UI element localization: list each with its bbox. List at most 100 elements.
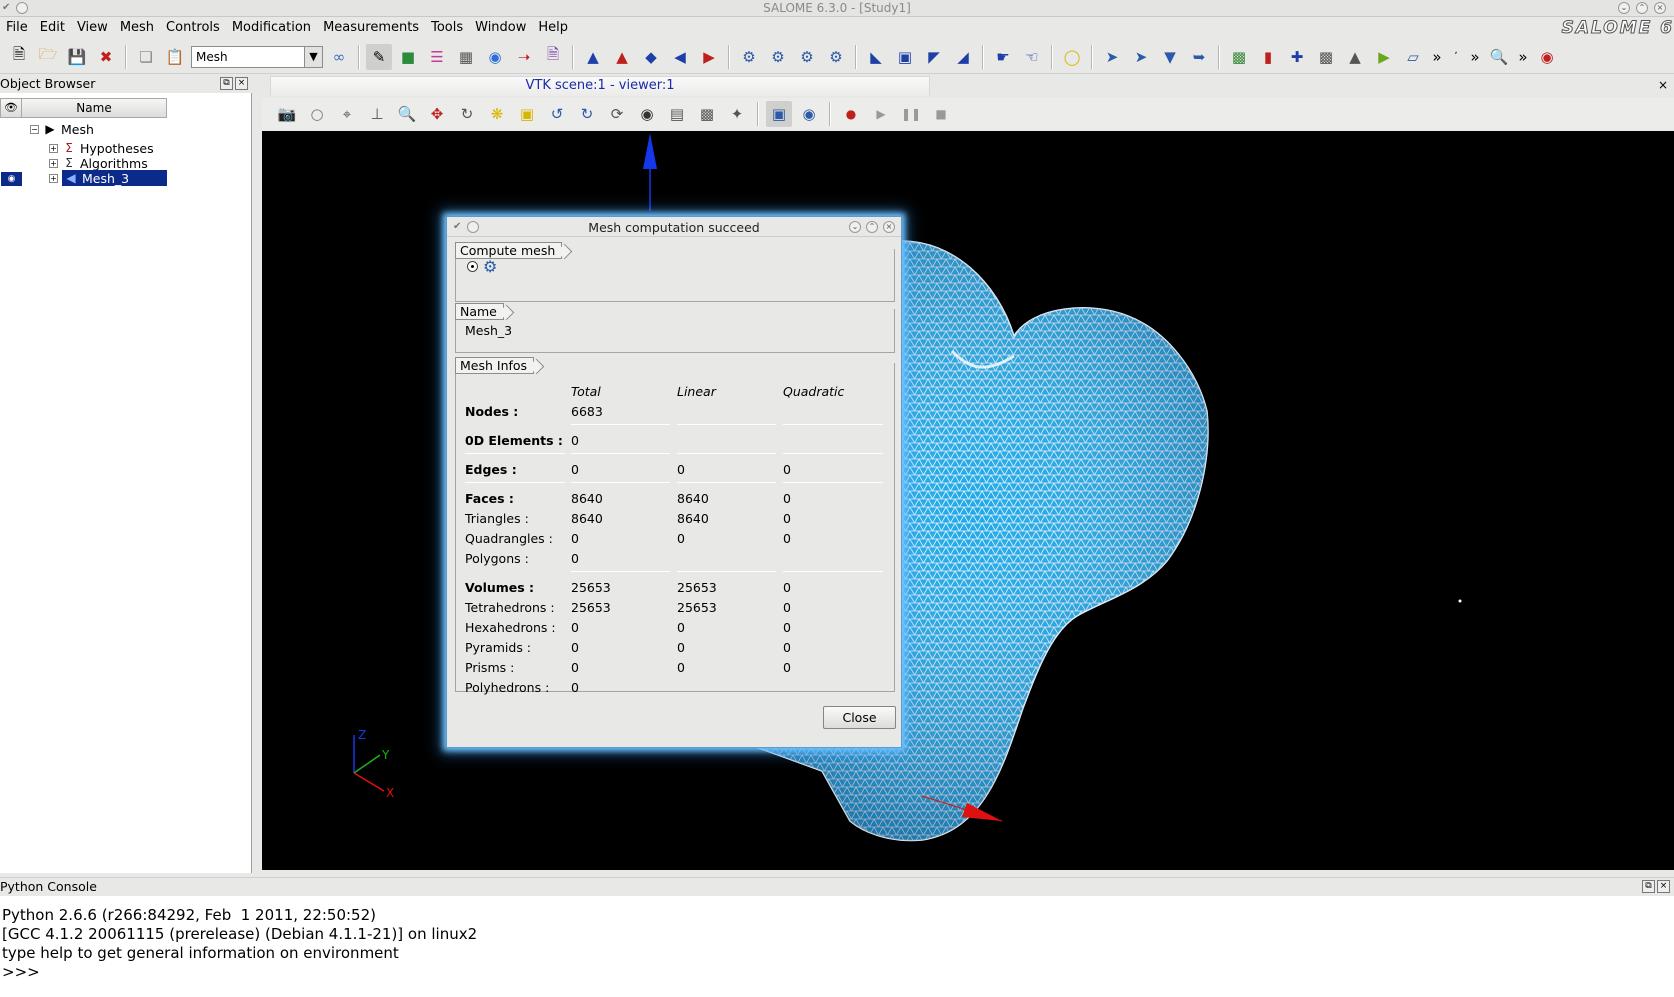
filter-volume-icon[interactable]: ▼ xyxy=(1157,44,1183,70)
add-edge-icon[interactable]: ▮ xyxy=(1255,44,1281,70)
create-submesh-icon[interactable]: ▲ xyxy=(609,44,635,70)
evaluate-gear-icon[interactable]: ⚙ xyxy=(765,44,791,70)
dialog-close-button[interactable]: × xyxy=(883,221,895,233)
order-gear-icon[interactable]: ⚙ xyxy=(823,44,849,70)
panel-splitter[interactable] xyxy=(252,74,258,874)
post-pro-icon[interactable]: ☰ xyxy=(424,44,450,70)
projection-icon[interactable]: ◉ xyxy=(634,101,660,127)
clipping-icon[interactable]: ▩ xyxy=(694,101,720,127)
scaling-icon[interactable]: ✦ xyxy=(724,101,750,127)
menu-view[interactable]: View xyxy=(71,20,114,35)
copy-icon[interactable]: ❏ xyxy=(133,44,159,70)
create-mesh-icon[interactable]: ▲ xyxy=(580,44,606,70)
dropdown-arrow-icon[interactable]: ▼ xyxy=(304,46,322,67)
expand-icon[interactable]: + xyxy=(49,158,58,168)
add-volume-icon[interactable]: ▩ xyxy=(1313,44,1339,70)
geometry-icon[interactable]: ■ xyxy=(395,44,421,70)
menu-measurements[interactable]: Measurements xyxy=(317,20,425,35)
group-create-icon[interactable]: ◣ xyxy=(863,44,889,70)
export-mesh-icon[interactable]: ▶ xyxy=(696,44,722,70)
console-prompt[interactable]: >>> xyxy=(2,963,1674,982)
play-recording-icon[interactable]: ▶ xyxy=(868,101,894,127)
tree-item-mesh-3[interactable]: + ◀ Mesh_3 xyxy=(49,170,167,186)
tree-item-hypotheses[interactable]: + Σ Hypotheses xyxy=(49,140,154,156)
column-header-name[interactable]: Name xyxy=(22,98,167,118)
dialog-minimize-button[interactable]: ⌄ xyxy=(849,221,861,233)
dump-icon[interactable]: ➝ xyxy=(511,44,537,70)
reset-view-icon[interactable]: ⟳ xyxy=(604,101,630,127)
add-node-icon[interactable]: ▩ xyxy=(1226,44,1252,70)
edit-mesh-icon[interactable]: ◆ xyxy=(638,44,664,70)
menu-tools[interactable]: Tools xyxy=(425,20,469,35)
close-panel-icon[interactable]: × xyxy=(235,76,248,90)
save-icon[interactable]: 💾 xyxy=(64,44,90,70)
menu-edit[interactable]: Edit xyxy=(34,20,71,35)
close-panel-icon[interactable]: × xyxy=(1657,880,1670,893)
perspective-projection-icon[interactable]: ◉ xyxy=(796,101,822,127)
measure-icon[interactable]: ☛ xyxy=(990,44,1016,70)
more-tools-icon-2[interactable]: » xyxy=(1467,44,1483,70)
node-icon[interactable]: ◯ xyxy=(1059,44,1085,70)
document-icon[interactable]: 🗎 xyxy=(540,44,566,70)
menu-window[interactable]: Window xyxy=(469,20,532,35)
play-icon[interactable]: ▶ xyxy=(1371,44,1397,70)
view-cube-icon[interactable]: ▣ xyxy=(514,101,540,127)
maximize-button[interactable]: ⌃ xyxy=(1636,2,1648,14)
paravis-icon[interactable]: ◉ xyxy=(482,44,508,70)
python-console[interactable]: Python 2.6.6 (r266:84292, Feb 1 2011, 22… xyxy=(0,896,1674,997)
rotate-cw-icon[interactable]: ↻ xyxy=(574,101,600,127)
new-document-icon[interactable]: 🗎 xyxy=(6,44,32,70)
collapse-icon[interactable]: − xyxy=(30,124,39,134)
viewer-tab[interactable]: VTK scene:1 - viewer:1 xyxy=(270,76,930,96)
more-tools-icon-3[interactable]: » xyxy=(1515,44,1531,70)
import-mesh-icon[interactable]: ◀ xyxy=(667,44,693,70)
minimize-button[interactable]: ⌄ xyxy=(1618,2,1630,14)
paste-icon[interactable]: 📋 xyxy=(162,44,188,70)
rotate-icon[interactable]: ↻ xyxy=(454,101,480,127)
interaction-style-icon[interactable]: ○ xyxy=(304,101,330,127)
menu-file[interactable]: File xyxy=(0,20,34,35)
diamond-icon[interactable]: ▱ xyxy=(1400,44,1426,70)
expand-icon[interactable]: + xyxy=(49,143,58,153)
add-face-icon[interactable]: ✚ xyxy=(1284,44,1310,70)
show-trihedron-icon[interactable]: ⊥ xyxy=(364,101,390,127)
expand-icon[interactable]: + xyxy=(49,173,58,183)
tree-item-algorithms[interactable]: + Σ Algorithms xyxy=(49,155,148,171)
menu-help[interactable]: Help xyxy=(532,20,574,35)
salome-icon[interactable]: ◉ xyxy=(1534,44,1560,70)
tick-icon[interactable]: ʼ xyxy=(1448,44,1464,70)
menu-modification[interactable]: Modification xyxy=(226,20,317,35)
preview-gear-icon[interactable]: ⚙ xyxy=(794,44,820,70)
close-window-button[interactable]: × xyxy=(1654,2,1666,14)
open-folder-icon[interactable]: 🗁 xyxy=(35,44,61,70)
filter-face-icon[interactable]: ➤ xyxy=(1128,44,1154,70)
fit-all-icon[interactable]: ❋ xyxy=(484,101,510,127)
pan-icon[interactable]: ✥ xyxy=(424,101,450,127)
save-view-icon[interactable]: ▤ xyxy=(664,101,690,127)
pause-recording-icon[interactable]: ❚❚ xyxy=(898,101,924,127)
record-icon[interactable]: ● xyxy=(838,101,864,127)
parallel-projection-icon[interactable]: ▣ xyxy=(766,101,792,127)
rotate-ccw-icon[interactable]: ↺ xyxy=(544,101,570,127)
info-icon[interactable]: ☜ xyxy=(1019,44,1045,70)
filter-edge-icon[interactable]: ➤ xyxy=(1099,44,1125,70)
link-icon[interactable]: ∞ xyxy=(326,44,352,70)
menu-controls[interactable]: Controls xyxy=(160,20,226,35)
yacs-icon[interactable]: ▦ xyxy=(453,44,479,70)
zoom-icon[interactable]: 🔍 xyxy=(1486,44,1512,70)
add-polyhedron-icon[interactable]: ▲ xyxy=(1342,44,1368,70)
dialog-maximize-button[interactable]: ⌃ xyxy=(866,221,878,233)
visibility-eye-icon[interactable]: 👁 xyxy=(0,98,22,118)
mesh-module-icon[interactable]: ✎ xyxy=(366,43,392,70)
more-tools-icon[interactable]: » xyxy=(1429,44,1445,70)
rectangle-select-icon[interactable]: ⌖ xyxy=(334,101,360,127)
group-geom-icon[interactable]: ▣ xyxy=(892,44,918,70)
filter-shape-icon[interactable]: ➥ xyxy=(1186,44,1212,70)
module-selector[interactable]: Mesh ▼ xyxy=(191,45,323,68)
compute-gear-icon[interactable]: ⚙ xyxy=(736,44,762,70)
visibility-eye-icon[interactable]: ◉ xyxy=(1,172,22,186)
group-edit-icon[interactable]: ◤ xyxy=(921,44,947,70)
tree-item-mesh-root[interactable]: − ▶ Mesh xyxy=(30,121,94,137)
close-button[interactable]: Close xyxy=(823,706,896,729)
close-document-icon[interactable]: ✖ xyxy=(93,44,119,70)
